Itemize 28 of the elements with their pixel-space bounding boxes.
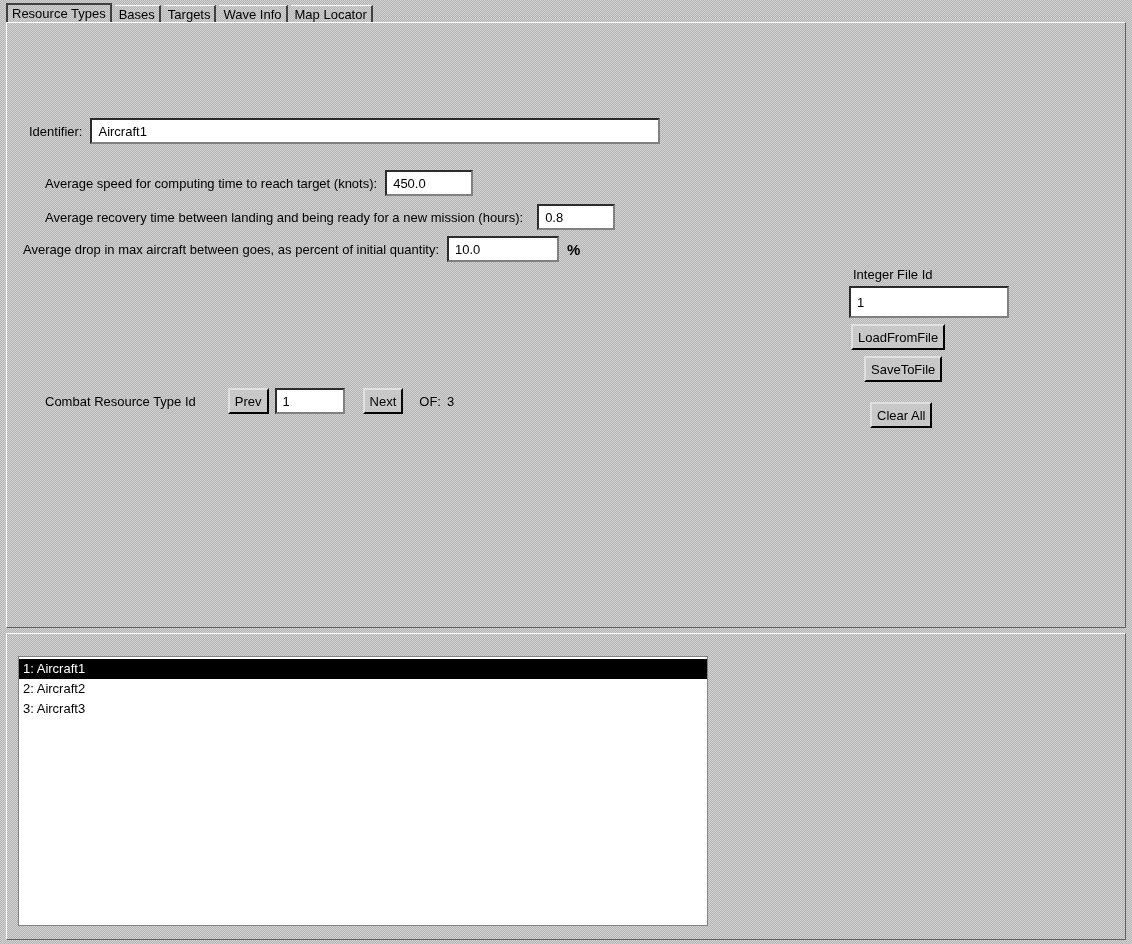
- list-item[interactable]: 2: Aircraft2: [19, 679, 707, 699]
- number-field[interactable]: 10.0: [447, 236, 559, 262]
- prev-button[interactable]: Prev: [227, 388, 269, 414]
- tab[interactable]: Targets: [163, 5, 217, 22]
- identifier-label: Identifier:: [29, 123, 83, 139]
- tab[interactable]: Bases: [114, 5, 161, 22]
- field-label: Average drop in max aircraft between goes, as percent of initial quantity:: [23, 241, 439, 257]
- next-button[interactable]: Next: [362, 388, 404, 414]
- list-item[interactable]: 1: Aircraft1: [19, 659, 707, 679]
- identifier-field[interactable]: Aircraft1: [90, 118, 661, 144]
- navigator-label: Combat Resource Type Id: [45, 393, 196, 409]
- field-label: Average recovery time between landing and being ready for a new mission (hours):: [45, 209, 524, 225]
- total-count: 3: [446, 393, 455, 409]
- tab[interactable]: Wave Info: [219, 5, 288, 22]
- unit-label: %: [567, 240, 581, 258]
- field-label: Average speed for computing time to reach target (knots):: [45, 175, 378, 191]
- of-label: OF:: [419, 393, 441, 409]
- file-id-field[interactable]: 1: [849, 286, 1009, 318]
- tab[interactable]: Resource Types: [6, 3, 112, 22]
- list-item[interactable]: 3: Aircraft3: [19, 699, 707, 719]
- number-field[interactable]: 450.0: [385, 170, 474, 196]
- file-button[interactable]: LoadFromFile: [851, 324, 946, 350]
- file-button[interactable]: SaveToFile: [864, 356, 943, 382]
- tab[interactable]: Map Locator: [290, 5, 373, 22]
- file-button[interactable]: Clear All: [870, 402, 933, 428]
- number-field[interactable]: 0.8: [537, 204, 616, 230]
- file-id-label: Integer File Id: [853, 267, 933, 282]
- id-field[interactable]: 1: [274, 388, 345, 414]
